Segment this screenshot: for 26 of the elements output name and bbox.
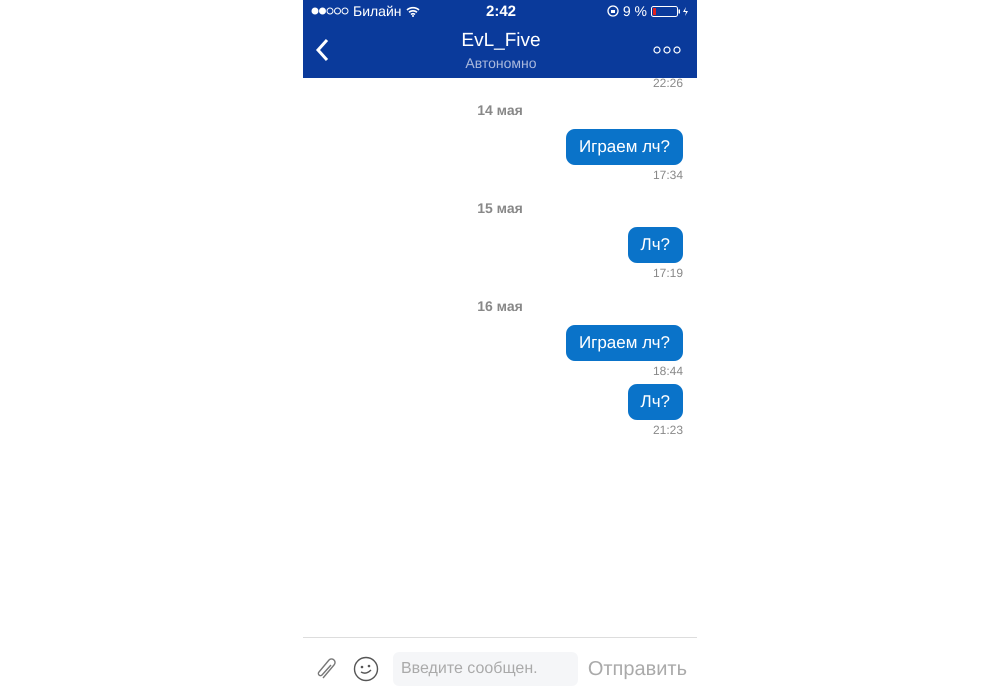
status-time: 2:42	[486, 2, 516, 20]
signal-icon	[311, 7, 349, 15]
message-bubble: Лч?	[628, 384, 683, 420]
status-subtitle: Автономно	[465, 54, 537, 70]
message-time: 22:26	[652, 76, 683, 90]
message-time: 17:34	[652, 168, 683, 182]
rotation-lock-icon	[606, 5, 619, 17]
message-bubble: Лч?	[628, 227, 683, 263]
message-field[interactable]: Введите сообщен.	[393, 652, 578, 686]
date-label: 16 мая	[477, 298, 523, 314]
date-label: 14 мая	[477, 102, 523, 118]
battery-percent: 9 %	[622, 3, 647, 19]
carrier-name: Билайн	[353, 3, 402, 19]
send-button[interactable]: Отправить	[588, 658, 687, 680]
more-icon[interactable]	[652, 46, 681, 54]
message-bubble: Играем лч?	[566, 129, 683, 165]
message-time: 18:44	[652, 364, 683, 378]
smiley-icon[interactable]	[353, 656, 379, 682]
back-icon[interactable]	[315, 38, 329, 62]
message-bubble: Играем лч?	[566, 325, 683, 361]
wifi-icon	[406, 6, 420, 16]
date-label: 15 мая	[477, 200, 523, 216]
chat-title: EvL_Five	[461, 30, 541, 52]
message-time: 21:23	[652, 423, 683, 437]
battery-icon	[651, 6, 691, 16]
message-time: 17:19	[652, 266, 683, 280]
